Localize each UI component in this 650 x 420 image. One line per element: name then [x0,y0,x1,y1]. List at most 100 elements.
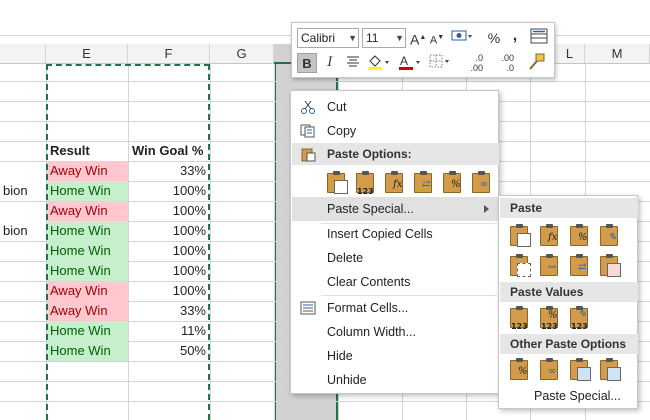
font-color-icon: A [399,54,420,70]
grow-font-icon: A [410,31,420,48]
cell-d-truncated[interactable]: bion [0,221,46,241]
column-header-f[interactable]: F [128,44,210,64]
values-number-format-icon[interactable]: % 123 [537,304,563,331]
paste-special-submenu: Paste fx % ✎ ↔ ⇄ Paste Values 123 % 123 ✎… [498,195,638,409]
font-color-button[interactable]: A [396,53,424,73]
menu-item-insert-copied-cells[interactable]: Insert Copied Cells [292,222,499,246]
menu-item-label: Delete [327,251,364,265]
paste-all-icon[interactable] [507,222,533,248]
transpose-icon[interactable]: ⇄ [567,252,593,278]
chevron-down-icon: ▼ [395,33,404,43]
menu-item-hide[interactable]: Hide [292,344,499,368]
menu-item-label: Cut [327,100,347,114]
submenu-paste-values-header: Paste Values [500,282,638,302]
comma-style-button[interactable]: , [508,26,522,46]
copy-marquee [46,64,210,420]
align-center-icon [347,56,359,67]
values-icon[interactable]: 123 [507,304,533,331]
font-name-value: Calibri [301,31,336,45]
format-cells-icon [300,301,316,315]
values-label: 123 [541,322,558,331]
menu-item-label: Insert Copied Cells [327,227,433,241]
keep-source-formatting-icon[interactable]: ✎ [597,222,623,248]
decrease-decimal-icon-bottom: .0 [506,63,514,73]
shrink-font-button[interactable]: A▼ [429,28,445,48]
submenu-paste-header: Paste [500,198,638,218]
menu-item-label: Format Cells... [327,301,409,315]
column-header-m[interactable]: M [585,44,650,64]
accounting-format-icon [451,30,472,41]
center-align-button[interactable] [343,53,363,73]
copy-icon [300,124,315,138]
paste-formulas-icon[interactable]: fx [382,169,408,195]
menu-item-cut[interactable]: Cut [292,95,499,119]
menu-item-delete[interactable]: Delete [292,246,499,270]
paste-values-icon[interactable]: 123 [353,169,379,196]
picture-icon[interactable] [567,356,593,382]
accounting-format-button[interactable] [450,28,474,48]
fill-color-icon [368,55,389,70]
menu-item-unhide[interactable]: Unhide [292,368,499,392]
context-menu: Cut Copy Paste Options: 123 fx ⇄ % ∞ Pas… [290,90,499,394]
excel-window: E F G L M bion bion Result Win Goal % Aw… [0,0,650,420]
menu-item-label: Paste Special... [327,202,414,216]
font-name-box[interactable]: Calibri ▼ [297,28,359,48]
scissors-icon [301,100,315,114]
format-painter-button[interactable] [524,53,548,73]
menu-item-paste-special[interactable]: Paste Special... [292,197,499,221]
increase-decimal-button[interactable]: .0 .00 [457,53,485,73]
values-label: 123 [511,322,528,331]
chevron-right-icon [484,205,489,213]
decrease-decimal-icon-top: .00 [501,53,514,63]
grow-font-button[interactable]: A▲ [410,28,426,48]
percent-style-button[interactable]: % [485,28,503,48]
no-borders-icon[interactable] [507,252,533,278]
column-header-d[interactable] [0,44,46,64]
menu-item-format-cells[interactable]: Format Cells... [292,296,499,320]
keep-column-widths-icon[interactable]: ↔ [537,252,563,278]
menu-item-label: Column Width... [327,325,416,339]
copy-marquee-top [46,64,210,66]
borders-icon [429,54,449,68]
values-source-formatting-icon[interactable]: ✎ 123 [567,304,593,331]
paste-link-icon[interactable]: ∞ [469,169,495,195]
values-label: 123 [357,187,374,196]
chevron-down-icon: ▼ [348,33,357,43]
column-header-l[interactable]: L [555,44,585,64]
menu-item-clear-contents[interactable]: Clear Contents [292,270,499,294]
italic-button[interactable]: I [320,53,340,73]
paste-formulas-icon[interactable]: fx [537,222,563,248]
fill-color-button[interactable] [365,53,393,73]
menu-item-label: Clear Contents [327,275,411,289]
submenu-other-paste-options-header: Other Paste Options [500,334,638,354]
menu-item-copy[interactable]: Copy [292,119,499,143]
borders-button[interactable] [427,53,453,73]
paste-icon [301,148,316,162]
paste-link-icon[interactable]: ∞ [537,356,563,382]
paste-formulas-number-format-icon[interactable]: % [567,222,593,248]
paste-formatting-icon[interactable]: % [440,169,466,195]
menu-item-label: Unhide [327,373,367,387]
paintbrush-icon [529,53,545,70]
paste-icon[interactable] [324,169,350,195]
paste-options-label: Paste Options: [327,147,412,161]
cell-d-truncated[interactable]: bion [0,181,46,201]
svg-text:A: A [400,54,408,68]
menu-item-column-width[interactable]: Column Width... [292,320,499,344]
linked-picture-icon[interactable] [597,356,623,382]
bold-button[interactable]: B [297,53,317,73]
submenu-item-paste-special[interactable]: Paste Special... [500,384,638,408]
format-painter-table-button[interactable] [529,28,549,48]
menu-item-label: Copy [327,124,357,138]
increase-decimal-icon-bottom: .00 [470,63,483,73]
merge-conditional-formatting-icon[interactable] [597,252,623,278]
column-header-g[interactable]: G [210,44,274,64]
increase-decimal-icon-top: .0 [475,53,483,63]
paste-transpose-icon[interactable]: ⇄ [411,169,437,195]
font-size-value: 11 [366,31,379,45]
decrease-decimal-button[interactable]: .00 .0 [488,53,516,73]
column-header-e[interactable]: E [46,44,128,64]
font-size-box[interactable]: 11 ▼ [362,28,406,48]
menu-item-label: Paste Special... [534,389,621,403]
formatting-icon[interactable]: % [507,356,533,382]
